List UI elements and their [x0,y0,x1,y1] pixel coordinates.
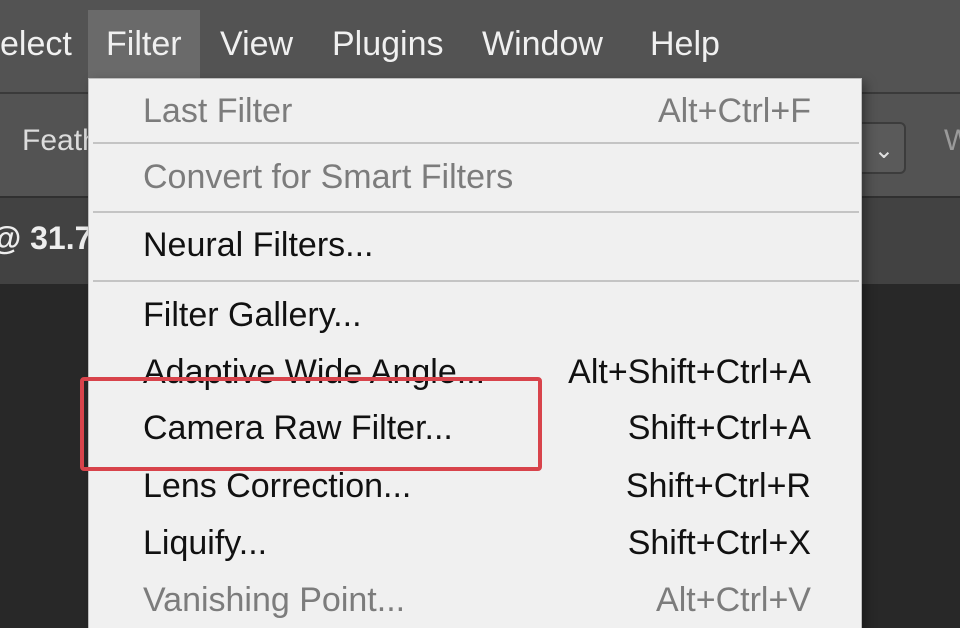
menu-item-label: Last Filter [143,92,293,130]
menu-separator [93,280,859,282]
menu-item-lens-correction[interactable]: Lens Correction... Shift+Ctrl+R [89,458,861,514]
menu-item-filter-gallery[interactable]: Filter Gallery... [89,287,861,343]
menu-item-shortcut: Shift+Ctrl+A [627,409,811,447]
menu-item-label: Camera Raw Filter... [143,409,453,447]
menu-filter[interactable]: Filter [88,10,200,78]
menu-item-adaptive-wide-angle[interactable]: Adaptive Wide Angle... Alt+Shift+Ctrl+A [89,344,861,400]
menu-item-shortcut: Alt+Shift+Ctrl+A [568,353,811,391]
chevron-down-icon: ⌄ [873,137,894,164]
menu-help[interactable]: Help [650,10,720,78]
menu-item-shortcut: Shift+Ctrl+X [627,524,811,562]
width-label: W [944,124,960,157]
menu-separator [93,211,859,213]
menu-item-vanishing-point[interactable]: Vanishing Point... Alt+Ctrl+V [89,572,861,628]
menu-item-camera-raw-filter[interactable]: Camera Raw Filter... Shift+Ctrl+A [89,400,861,456]
menu-window[interactable]: Window [482,10,603,78]
menu-separator [93,142,859,144]
menu-item-label: Vanishing Point... [143,581,406,619]
menu-item-neural-filters[interactable]: Neural Filters... [89,217,861,273]
menu-item-label: Neural Filters... [143,226,374,264]
menu-plugins[interactable]: Plugins [332,10,444,78]
menu-item-shortcut: Alt+Ctrl+V [656,581,811,619]
menu-item-liquify[interactable]: Liquify... Shift+Ctrl+X [89,515,861,571]
photoshop-window: elect Filter View Plugins Window Help Fe… [0,0,960,628]
menu-select[interactable]: elect [0,10,76,78]
menu-item-convert-for-smart-filters[interactable]: Convert for Smart Filters [89,149,861,205]
menu-item-shortcut: Shift+Ctrl+R [625,467,811,505]
menu-item-label: Filter Gallery... [143,296,362,334]
menu-item-label: Lens Correction... [143,467,412,505]
filter-dropdown-menu: Last Filter Alt+Ctrl+F Convert for Smart… [88,78,862,628]
menu-view[interactable]: View [220,10,293,78]
menu-item-shortcut: Alt+Ctrl+F [657,92,811,130]
menu-item-label: Liquify... [143,524,268,562]
menu-item-label: Adaptive Wide Angle... [143,353,486,391]
menu-item-label: Convert for Smart Filters [143,158,514,196]
menu-item-last-filter[interactable]: Last Filter Alt+Ctrl+F [89,83,861,139]
